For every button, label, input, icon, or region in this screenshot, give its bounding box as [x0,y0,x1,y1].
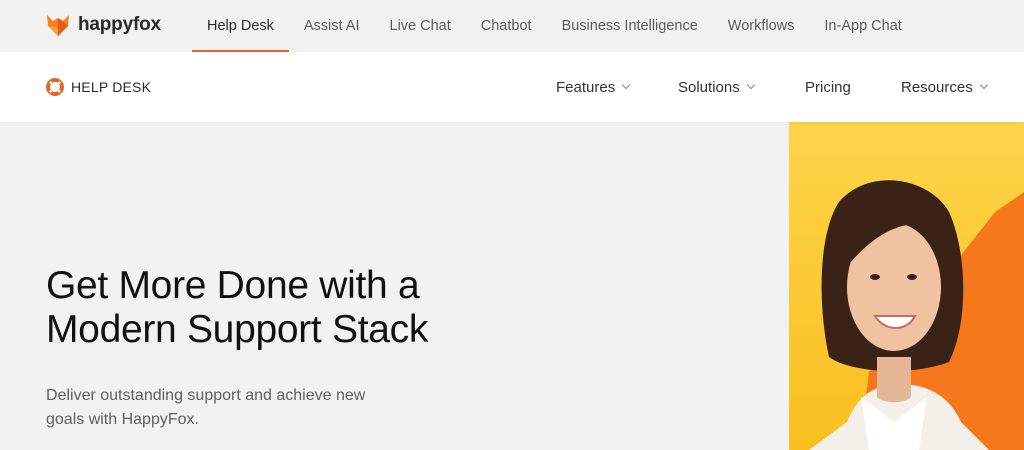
nav-resources-label: Resources [901,78,973,96]
tab-assist-ai[interactable]: Assist AI [289,0,375,52]
tab-help-desk[interactable]: Help Desk [192,0,289,52]
section-home-link[interactable]: HELP DESK [46,78,151,96]
hero-title-line: Get More Done with a [46,264,420,307]
hero-section: Get More Done with a Modern Support Stac… [0,122,1024,450]
product-tabs: Help Desk Assist AI Live Chat Chatbot Bu… [192,0,917,52]
chevron-down-icon [621,80,631,90]
nav-features-label: Features [556,78,616,96]
tab-in-app-chat[interactable]: In-App Chat [809,0,916,52]
hero-title-line: Modern Support Stack [46,308,429,351]
product-bar: happyfox Help Desk Assist AI Live Chat C… [0,0,1024,52]
brand-name: happyfox [78,14,161,35]
nav-resources[interactable]: Resources [901,76,988,98]
section-label: HELP DESK [71,79,152,95]
nav-pricing-label: Pricing [805,78,851,96]
tab-live-chat[interactable]: Live Chat [375,0,466,52]
brand-logo[interactable]: happyfox [46,11,161,39]
nav-pricing[interactable]: Pricing [805,76,851,98]
hero-title: Get More Done with a Modern Support Stac… [46,264,566,352]
fox-logo-icon [47,15,69,36]
hero-subtitle: Deliver outstanding support and achieve … [46,384,446,432]
tab-business-intelligence[interactable]: Business Intelligence [547,0,713,52]
tab-chatbot[interactable]: Chatbot [466,0,547,52]
nav-solutions-label: Solutions [678,78,740,96]
section-nav: HELP DESK Features Solutions Pricing Res… [0,52,1024,122]
nav-solutions[interactable]: Solutions [678,76,755,98]
lifebuoy-icon [46,78,64,96]
chevron-down-icon [746,80,755,90]
tab-workflows[interactable]: Workflows [713,0,810,52]
hero-subtitle-line: Deliver outstanding support and achieve … [46,387,366,404]
nav-features[interactable]: Features [556,76,631,98]
hero-illustration [789,122,1024,450]
chevron-down-icon [979,80,988,90]
hero-subtitle-line: goals with HappyFox. [46,411,199,428]
